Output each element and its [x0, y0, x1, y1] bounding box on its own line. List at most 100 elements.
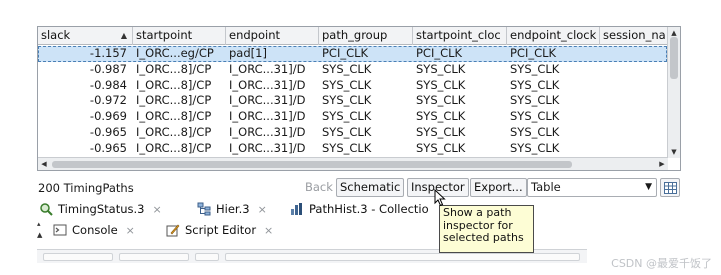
cell-startpoint-clock: SYS_CLK: [416, 93, 466, 108]
cell-endpoint: I_ORC...31]/D: [229, 77, 306, 92]
hierarchy-icon: [197, 202, 211, 216]
column-header-startpoint-clock[interactable]: startpoint_cloc: [413, 27, 507, 45]
cell-startpoint: I_ORC...eg/CP: [136, 46, 214, 60]
table-row[interactable]: -1.157 I_ORC...eg/CP pad[1] PCI_CLK PCI_CLK P…: [38, 46, 667, 62]
cell-startpoint-clock: SYS_CLK: [416, 109, 466, 124]
tab-path-hist[interactable]: PathHist.3 - Collectio: [290, 200, 429, 220]
table-row[interactable]: -0.984 I_ORC...8]/CP I_ORC...31]/D SYS_CLK S…: [38, 78, 667, 94]
cell-endpoint: I_ORC...31]/D: [229, 124, 306, 139]
cell-endpoint-clock: PCI_CLK: [510, 46, 557, 60]
column-header-endpoint-clock[interactable]: endpoint_clock: [507, 27, 600, 45]
table-header: slack ▲ startpoint endpoint path_group s…: [38, 27, 680, 45]
cell-session-name: [600, 141, 667, 157]
schematic-button[interactable]: Schematic: [336, 178, 405, 197]
console-icon: [53, 224, 67, 236]
cell-startpoint-clock: PCI_CLK: [416, 46, 463, 60]
cell-endpoint-clock: SYS_CLK: [510, 109, 560, 124]
sort-ascending-icon: ▲: [120, 31, 127, 40]
mouse-pointer-icon: [434, 189, 446, 207]
cell-path-group: SYS_CLK: [322, 124, 372, 139]
table-row[interactable]: -0.965 I_ORC...8]/CP I_ORC...31]/D SYS_CLK S…: [38, 125, 667, 141]
column-header-session-name[interactable]: session_na: [600, 27, 667, 45]
table-toolbar: 200 TimingPaths Back Schematic Inspector…: [37, 178, 681, 198]
table-row[interactable]: -0.969 I_ORC...8]/CP I_ORC...31]/D SYS_CLK S…: [38, 109, 667, 125]
table-grid-icon: [664, 182, 677, 194]
close-icon[interactable]: ×: [126, 224, 135, 237]
cell-session-name: [600, 78, 667, 94]
tab-script-editor[interactable]: Script Editor ×: [166, 221, 273, 241]
column-header-startpoint[interactable]: startpoint: [133, 27, 226, 45]
cell-endpoint: pad[1]: [229, 46, 267, 60]
cell-endpoint: I_ORC...31]/D: [229, 140, 306, 155]
cell-endpoint-clock: SYS_CLK: [510, 77, 560, 92]
cell-slack: -0.987: [89, 61, 127, 76]
cell-endpoint: I_ORC...31]/D: [229, 109, 306, 124]
cell-slack: -0.969: [89, 109, 127, 124]
scroll-right-icon[interactable]: ▶: [656, 158, 668, 170]
histogram-icon: [291, 203, 302, 215]
cell-endpoint-clock: SYS_CLK: [510, 61, 560, 76]
close-icon[interactable]: ×: [258, 203, 267, 216]
cell-path-group: SYS_CLK: [322, 140, 372, 155]
cell-endpoint-clock: SYS_CLK: [510, 93, 560, 108]
vertical-scroll-thumb[interactable]: [670, 37, 678, 79]
tab-hier[interactable]: Hier.3 ×: [197, 200, 267, 220]
cell-startpoint-clock: SYS_CLK: [416, 61, 466, 76]
magnifier-icon: [40, 203, 53, 216]
close-icon[interactable]: ×: [264, 224, 273, 237]
chevron-down-icon: ▼: [645, 182, 652, 192]
cell-slack: -0.965: [89, 140, 127, 155]
cell-startpoint: I_ORC...8]/CP: [136, 140, 212, 155]
table-grid-button[interactable]: [660, 178, 680, 197]
script-editor-icon: [166, 224, 180, 237]
table-row[interactable]: -0.987 I_ORC...8]/CP I_ORC...31]/D SYS_CLK S…: [38, 62, 667, 78]
console-field[interactable]: [119, 253, 189, 261]
vertical-scrollbar[interactable]: ▲ ▼: [667, 27, 680, 158]
table-row[interactable]: -0.972 I_ORC...8]/CP I_ORC...31]/D SYS_CLK S…: [38, 93, 667, 109]
column-header-path-group[interactable]: path_group: [319, 27, 413, 45]
cell-startpoint: I_ORC...8]/CP: [136, 93, 212, 108]
tab-timing-status[interactable]: TimingStatus.3 ×: [39, 200, 162, 220]
column-header-slack[interactable]: slack ▲: [38, 27, 133, 45]
cell-startpoint: I_ORC...8]/CP: [136, 77, 212, 92]
close-icon[interactable]: ×: [152, 203, 161, 216]
table-row[interactable]: -0.965 I_ORC...8]/CP I_ORC...31]/D SYS_CLK S…: [38, 141, 667, 157]
cell-path-group: SYS_CLK: [322, 61, 372, 76]
cell-session-name: [600, 109, 667, 125]
view-mode-select[interactable]: Table ▼: [527, 178, 657, 197]
scroll-down-icon[interactable]: ▼: [668, 146, 680, 158]
scroll-left-icon[interactable]: ◀: [38, 158, 50, 170]
horizontal-scrollbar[interactable]: ◀ ▶: [38, 157, 668, 170]
column-header-endpoint[interactable]: endpoint: [226, 27, 319, 45]
console-tab-bar: Console × Script Editor ×: [37, 220, 327, 242]
cell-startpoint-clock: SYS_CLK: [416, 124, 466, 139]
cell-endpoint: I_ORC...31]/D: [229, 61, 306, 76]
cell-endpoint: I_ORC...31]/D: [229, 93, 306, 108]
cell-endpoint-clock: SYS_CLK: [510, 124, 560, 139]
cell-slack: -0.984: [89, 77, 127, 92]
cell-startpoint-clock: SYS_CLK: [416, 140, 466, 155]
cell-path-group: SYS_CLK: [322, 77, 372, 92]
export-button[interactable]: Export...: [470, 178, 527, 197]
console-input[interactable]: [225, 253, 580, 261]
cell-path-group: SYS_CLK: [322, 109, 372, 124]
cell-session-name: [600, 46, 667, 62]
cell-startpoint-clock: SYS_CLK: [416, 77, 466, 92]
cell-endpoint-clock: SYS_CLK: [510, 140, 560, 155]
cell-session-name: [600, 125, 667, 141]
views-tab-bar: TimingStatus.3 × Hier.3 × PathHist.3 - Col…: [37, 200, 681, 221]
cell-slack: -0.965: [89, 124, 127, 139]
horizontal-scroll-thumb[interactable]: [52, 161, 572, 168]
cell-session-name: [600, 93, 667, 109]
cell-session-name: [600, 62, 667, 78]
cell-slack: -1.157: [89, 46, 127, 60]
table-body: -1.157 I_ORC...eg/CP pad[1] PCI_CLK PCI_CLK P…: [38, 46, 667, 157]
cell-startpoint: I_ORC...8]/CP: [136, 109, 212, 124]
cell-path-group: SYS_CLK: [322, 93, 372, 108]
timing-paths-count: 200 TimingPaths: [38, 181, 134, 195]
back-button[interactable]: Back: [301, 178, 337, 197]
console-field[interactable]: [43, 253, 113, 261]
tab-console[interactable]: Console ×: [53, 221, 135, 241]
cell-slack: -0.972: [89, 93, 127, 108]
console-field[interactable]: [195, 253, 219, 261]
